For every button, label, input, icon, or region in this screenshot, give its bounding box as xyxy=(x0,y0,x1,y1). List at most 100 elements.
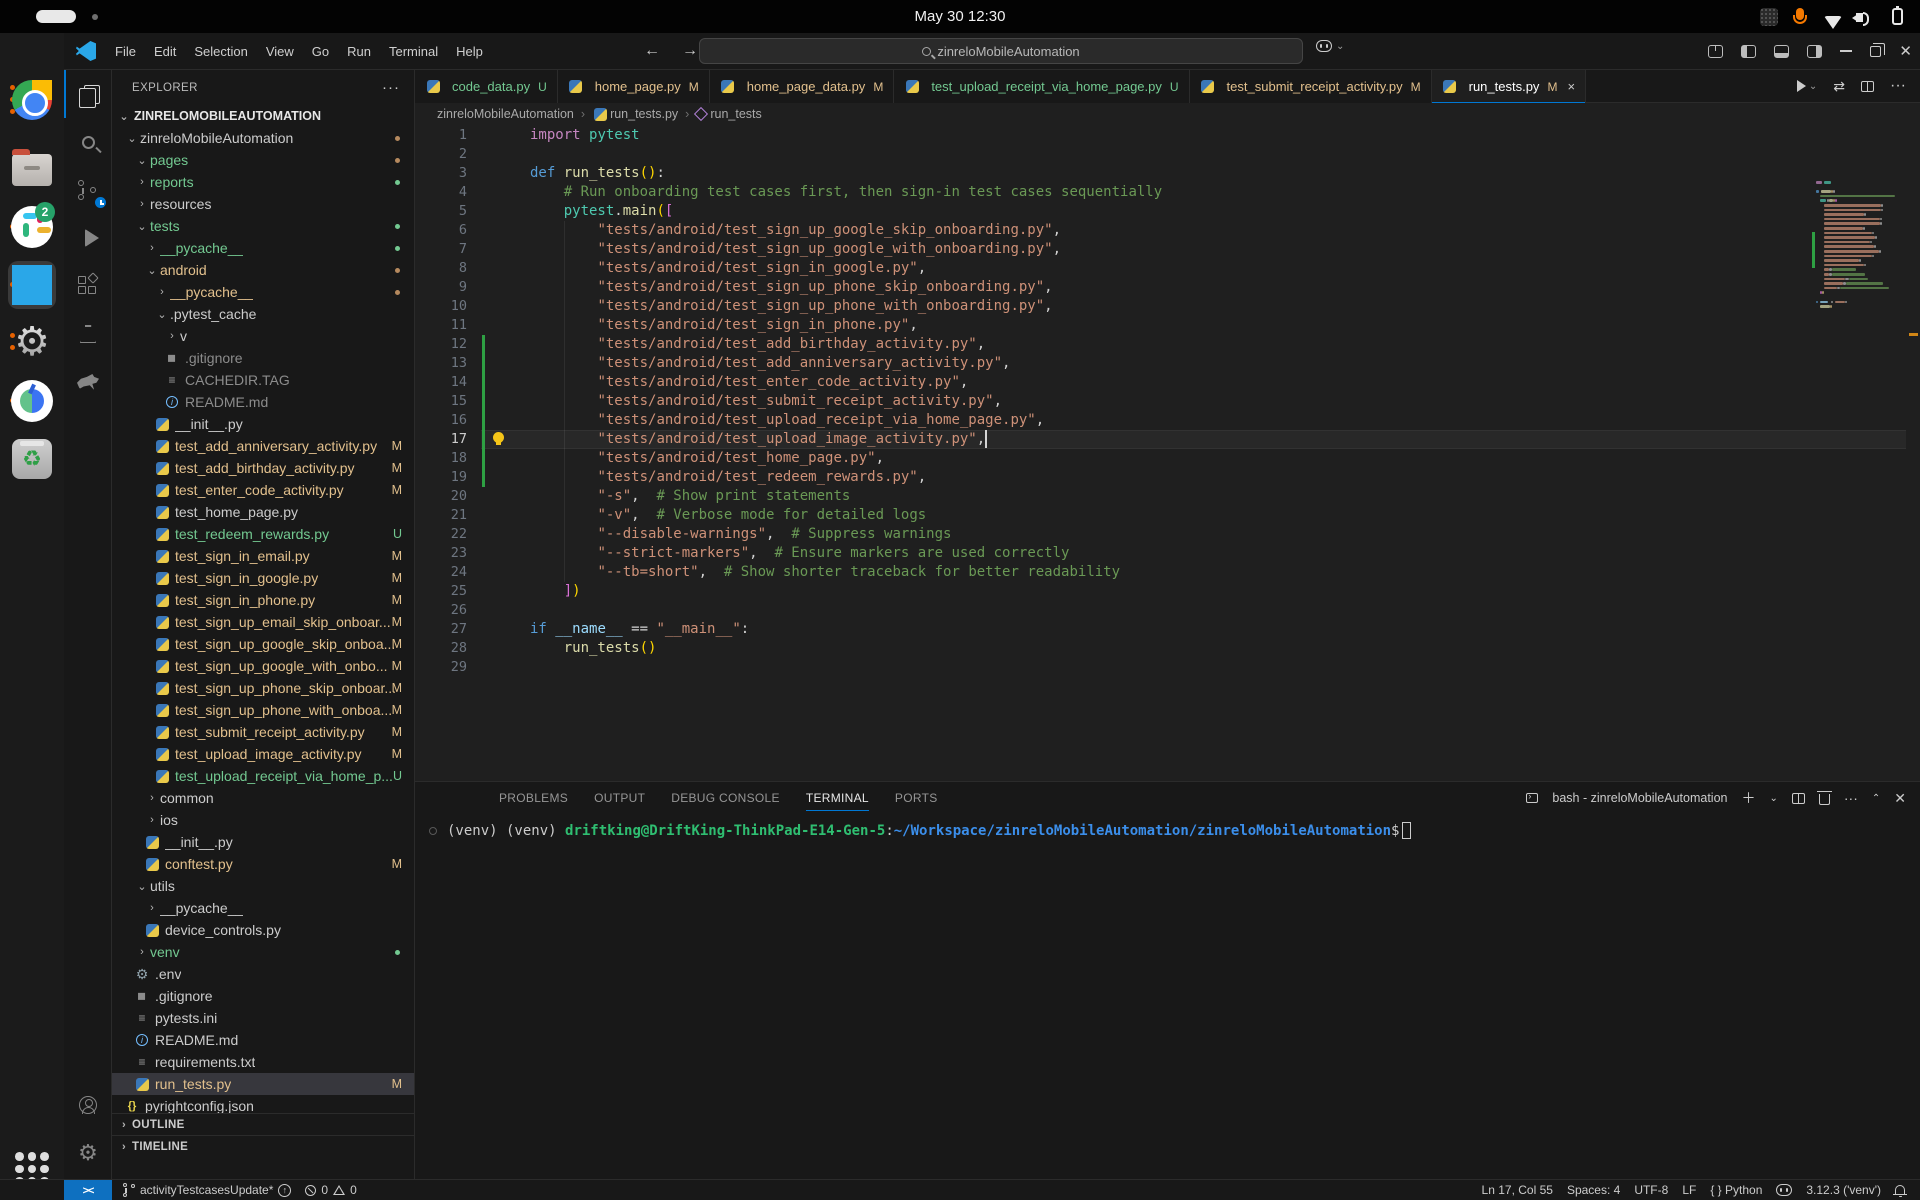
editor-gutter[interactable]: 1234567891011121314151617181920212223242… xyxy=(415,126,481,677)
activity-item-search[interactable] xyxy=(64,118,112,166)
tree-file-test-upload-image-activity-py[interactable]: test_upload_image_activity.pyM xyxy=(112,743,414,765)
tree-folder-pages[interactable]: ⌄pages xyxy=(112,149,414,171)
battery-icon[interactable] xyxy=(1892,8,1903,25)
status-indentation[interactable]: Spaces: 4 xyxy=(1560,1180,1627,1200)
activity-item-kangaroo-extension[interactable] xyxy=(64,358,112,406)
tree-file-test-sign-up-google-skip-onboa-[interactable]: test_sign_up_google_skip_onboa...M xyxy=(112,633,414,655)
tree-folder-common[interactable]: ›common xyxy=(112,787,414,809)
tree-folder-resources[interactable]: ›resources xyxy=(112,193,414,215)
breadcrumb-item-1[interactable]: run_tests.py xyxy=(592,106,678,122)
tree-file-readme-md[interactable]: iREADME.md xyxy=(112,391,414,413)
close-tab-icon[interactable]: × xyxy=(1567,79,1575,94)
lightbulb-icon[interactable] xyxy=(493,432,504,443)
activity-item-source-control[interactable] xyxy=(64,166,112,214)
outline-section-header[interactable]: › OUTLINE xyxy=(112,1113,414,1135)
minimize-button[interactable] xyxy=(1840,50,1852,52)
dock-item-android-studio[interactable] xyxy=(8,377,56,425)
tree-file-test-submit-receipt-activity-py[interactable]: test_submit_receipt_activity.pyM xyxy=(112,721,414,743)
tree-folder-venv[interactable]: ›venv xyxy=(112,941,414,963)
activity-item-run-and-debug[interactable] xyxy=(64,214,112,262)
menu-help[interactable]: Help xyxy=(447,40,492,63)
tab-code-data-py[interactable]: code_data.pyU xyxy=(415,70,558,103)
tree-file-cachedir-tag[interactable]: ≡CACHEDIR.TAG xyxy=(112,369,414,391)
tree-file-test-redeem-rewards-py[interactable]: test_redeem_rewards.pyU xyxy=(112,523,414,545)
breadcrumb[interactable]: zinreloMobileAutomation›run_tests.py›run… xyxy=(415,103,1920,125)
toggle-panel-icon[interactable] xyxy=(1774,45,1789,58)
wifi-icon[interactable] xyxy=(1824,16,1842,29)
copilot-status-item[interactable] xyxy=(1769,1180,1799,1200)
tree-file--init-py[interactable]: __init__.py xyxy=(112,831,414,853)
terminal-title[interactable]: bash - zinreloMobileAutomation xyxy=(1552,791,1727,805)
tree-file-test-sign-in-email-py[interactable]: test_sign_in_email.pyM xyxy=(112,545,414,567)
tree-file-test-sign-up-google-with-onbo-[interactable]: test_sign_up_google_with_onbo...M xyxy=(112,655,414,677)
tree-file--init-py[interactable]: __init__.py xyxy=(112,413,414,435)
tree-file-readme-md[interactable]: iREADME.md xyxy=(112,1029,414,1051)
activity-item-explorer[interactable] xyxy=(64,70,112,118)
activity-item-testing[interactable] xyxy=(64,310,112,358)
split-terminal-icon[interactable] xyxy=(1792,793,1805,804)
dock-item-slack[interactable]: 2 xyxy=(8,203,56,251)
tree-file-test-upload-receipt-via-home-p-[interactable]: test_upload_receipt_via_home_p...U xyxy=(112,765,414,787)
menu-selection[interactable]: Selection xyxy=(185,40,256,63)
menu-go[interactable]: Go xyxy=(303,40,338,63)
tree-file--env[interactable]: ⚙.env xyxy=(112,963,414,985)
terminal-dropdown-icon[interactable]: ⌄ xyxy=(1769,793,1777,804)
copilot-menu[interactable]: ⌄ xyxy=(1316,40,1344,52)
split-editor-icon[interactable] xyxy=(1861,81,1874,92)
new-terminal-icon[interactable]: ＋ xyxy=(1741,788,1755,808)
tree-folder-android[interactable]: ⌄android xyxy=(112,259,414,281)
tree-file-test-sign-up-phone-skip-onboar-[interactable]: test_sign_up_phone_skip_onboar...M xyxy=(112,677,414,699)
breadcrumb-item-2[interactable]: run_tests xyxy=(696,107,761,121)
dock-item-files[interactable] xyxy=(8,143,56,191)
nav-forward-icon[interactable]: → xyxy=(682,42,698,60)
close-panel-icon[interactable]: ✕ xyxy=(1894,790,1906,807)
problems-item[interactable]: 0 0 xyxy=(298,1180,363,1200)
open-changes-icon[interactable]: ⇄ xyxy=(1833,78,1845,95)
tree-file-test-sign-up-email-skip-onboar-[interactable]: test_sign_up_email_skip_onboar...M xyxy=(112,611,414,633)
tree-file--gitignore[interactable]: ◆.gitignore xyxy=(112,347,414,369)
system-clock[interactable]: May 30 12:30 xyxy=(0,8,1920,25)
panel-tab-terminal[interactable]: TERMINAL xyxy=(806,782,869,814)
activity-item-accounts[interactable] xyxy=(64,1081,112,1129)
close-button[interactable]: ✕ xyxy=(1899,42,1912,60)
activity-item-extensions[interactable] xyxy=(64,262,112,310)
remote-indicator[interactable]: >< xyxy=(64,1180,112,1200)
explorer-more-actions-icon[interactable]: ··· xyxy=(382,79,400,96)
panel-tab-ports[interactable]: PORTS xyxy=(895,782,938,814)
restore-button[interactable] xyxy=(1870,46,1881,57)
menu-view[interactable]: View xyxy=(257,40,303,63)
menu-run[interactable]: Run xyxy=(338,40,380,63)
nav-back-icon[interactable]: ← xyxy=(644,42,660,60)
tree-file-requirements-txt[interactable]: ≡requirements.txt xyxy=(112,1051,414,1073)
dock-item-vscode[interactable] xyxy=(8,261,56,309)
status-eol[interactable]: LF xyxy=(1675,1180,1703,1200)
tree-folder--pycache-[interactable]: ›__pycache__ xyxy=(112,281,414,303)
tree-file-test-enter-code-activity-py[interactable]: test_enter_code_activity.pyM xyxy=(112,479,414,501)
tree-folder-tests[interactable]: ⌄tests xyxy=(112,215,414,237)
tree-folder--pycache-[interactable]: ›__pycache__ xyxy=(112,237,414,259)
tree-file-test-sign-up-phone-with-onboa-[interactable]: test_sign_up_phone_with_onboa...M xyxy=(112,699,414,721)
kill-terminal-icon[interactable] xyxy=(1819,794,1830,805)
breadcrumb-item-0[interactable]: zinreloMobileAutomation xyxy=(437,107,574,121)
tree-file-conftest-py[interactable]: conftest.pyM xyxy=(112,853,414,875)
tree-file-test-add-anniversary-activity-py[interactable]: test_add_anniversary_activity.pyM xyxy=(112,435,414,457)
tree-file-run-tests-py[interactable]: run_tests.pyM xyxy=(112,1073,414,1095)
tab-test-submit-receipt-activity-py[interactable]: test_submit_receipt_activity.pyM xyxy=(1190,70,1432,103)
tree-file-test-sign-in-phone-py[interactable]: test_sign_in_phone.pyM xyxy=(112,589,414,611)
tree-folder-zinrelomobileautomation[interactable]: ⌄zinreloMobileAutomation xyxy=(112,127,414,149)
tab-test-upload-receipt-via-home-page-py[interactable]: test_upload_receipt_via_home_page.pyU xyxy=(894,70,1189,103)
dock-item-chrome[interactable] xyxy=(8,76,56,124)
command-center-search[interactable]: zinreloMobileAutomation xyxy=(699,38,1303,64)
status-python-interpreter[interactable]: 3.12.3 ('venv') xyxy=(1799,1180,1888,1200)
tree-folder-utils[interactable]: ⌄utils xyxy=(112,875,414,897)
toggle-sidebar-icon[interactable] xyxy=(1741,45,1756,58)
minimap[interactable] xyxy=(1816,181,1906,781)
menu-file[interactable]: File xyxy=(106,40,145,63)
tree-file-test-home-page-py[interactable]: test_home_page.py xyxy=(112,501,414,523)
publish-changes-icon[interactable]: ↑ xyxy=(278,1184,291,1197)
tab-home-page-py[interactable]: home_page.pyM xyxy=(558,70,710,103)
dock-item-trash[interactable]: ♻ xyxy=(8,435,56,483)
terminal-content[interactable]: (venv) (venv) driftking@DriftKing-ThinkP… xyxy=(429,822,1411,839)
tree-folder--pytest-cache[interactable]: ⌄.pytest_cache xyxy=(112,303,414,325)
maximize-panel-icon[interactable]: ⌃ xyxy=(1872,793,1880,804)
